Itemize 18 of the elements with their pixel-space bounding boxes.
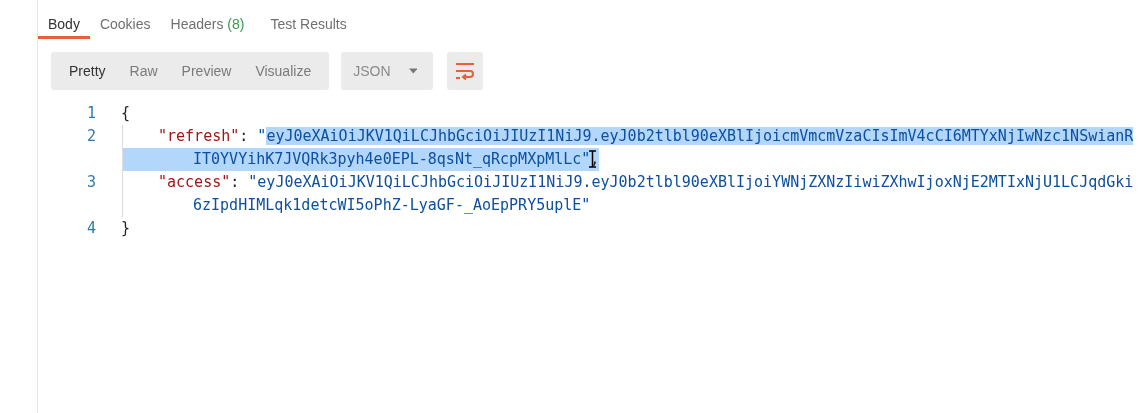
- view-mode-button[interactable]: Pretty: [57, 52, 118, 90]
- format-dropdown[interactable]: JSON: [341, 52, 434, 90]
- code-line: {: [121, 103, 131, 124]
- code-line: "access": "eyJ0eXAiOiJKV1QiLCJhbGciOiJIUzI1NiJ9.eyJ0b2tlbl90eXBlIjoiYWNjZXNzIiwiZXhwIjoxNjE2MTIxNjU1LCJqdGki: [157, 172, 1134, 193]
- response-tab[interactable]: Body: [38, 0, 90, 39]
- line-number: 4: [85, 218, 96, 239]
- response-tab[interactable]: Headers (8): [160, 0, 255, 39]
- view-mode-button[interactable]: Visualize: [243, 52, 324, 90]
- view-mode-button[interactable]: Preview: [169, 52, 244, 90]
- code-line: }: [121, 218, 131, 239]
- view-mode-button[interactable]: Raw: [117, 52, 170, 90]
- response-tab[interactable]: Test Results: [260, 0, 357, 39]
- code-line: 6zIpdHIMLqk1detcWI5oPhZ-LyaGF-_AoEpPRY5uplE": [192, 195, 591, 216]
- code-line: "refresh": "eyJ0eXAiOiJKV1QiLCJhbGciOiJIUzI1NiJ9.eyJ0b2tlbl90eXBlIjoicmVmcmVzaCIsImV4cCI6MTYxNjIwNzc1NSwianR: [157, 126, 1134, 147]
- line-number: 1: [85, 103, 96, 124]
- line-number: 3: [85, 172, 96, 193]
- response-tab[interactable]: Cookies: [89, 0, 161, 39]
- line-number: 2: [85, 126, 96, 147]
